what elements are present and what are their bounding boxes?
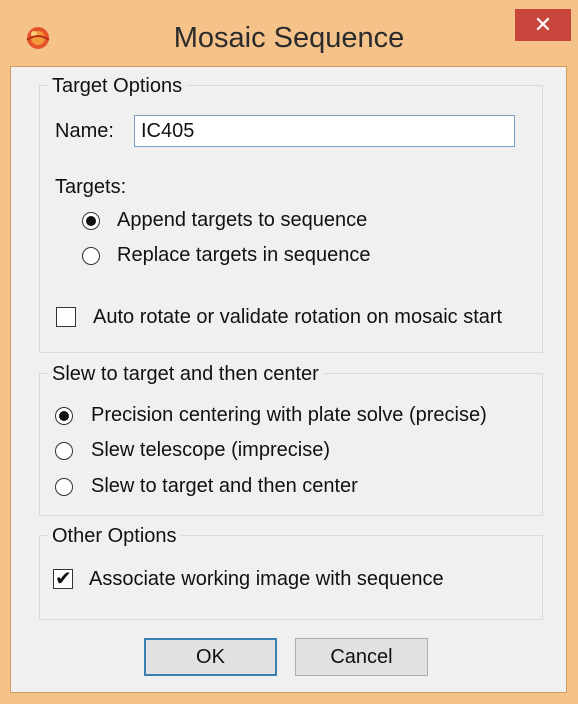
close-icon: ✕ xyxy=(533,12,553,37)
name-input[interactable] xyxy=(134,115,515,147)
other-options-legend: Other Options xyxy=(48,524,181,548)
dialog-client-area: Target Options Name: Targets: Append tar… xyxy=(10,66,567,693)
auto-rotate-label: Auto rotate or validate rotation on mosa… xyxy=(93,306,503,328)
slew-center-radio[interactable] xyxy=(55,478,73,496)
slew-center-label: Slew to target and then center xyxy=(91,475,358,497)
dialog-window: Mosaic Sequence ✕ Target Options Name: T… xyxy=(0,0,578,704)
precision-centering-radio[interactable] xyxy=(55,407,73,425)
append-targets-radio[interactable] xyxy=(82,212,100,230)
target-options-legend: Target Options xyxy=(48,74,187,98)
checkmark-icon: ✔ xyxy=(55,568,72,590)
close-button[interactable]: ✕ xyxy=(515,9,571,41)
slew-group-legend: Slew to target and then center xyxy=(48,362,323,386)
precision-centering-label: Precision centering with plate solve (pr… xyxy=(91,404,487,426)
window-title: Mosaic Sequence xyxy=(173,22,405,54)
replace-targets-label: Replace targets in sequence xyxy=(117,244,371,266)
slew-telescope-label: Slew telescope (imprecise) xyxy=(91,439,330,461)
cancel-button[interactable]: Cancel xyxy=(295,638,428,676)
auto-rotate-checkbox[interactable] xyxy=(56,307,76,327)
name-label: Name: xyxy=(55,120,114,142)
replace-targets-radio[interactable] xyxy=(82,247,100,265)
append-targets-label: Append targets to sequence xyxy=(117,209,368,231)
associate-image-checkbox[interactable]: ✔ xyxy=(53,568,73,590)
targets-label: Targets: xyxy=(55,176,127,198)
ok-button[interactable]: OK xyxy=(144,638,277,676)
slew-telescope-radio[interactable] xyxy=(55,442,73,460)
associate-image-label: Associate working image with sequence xyxy=(89,568,444,590)
